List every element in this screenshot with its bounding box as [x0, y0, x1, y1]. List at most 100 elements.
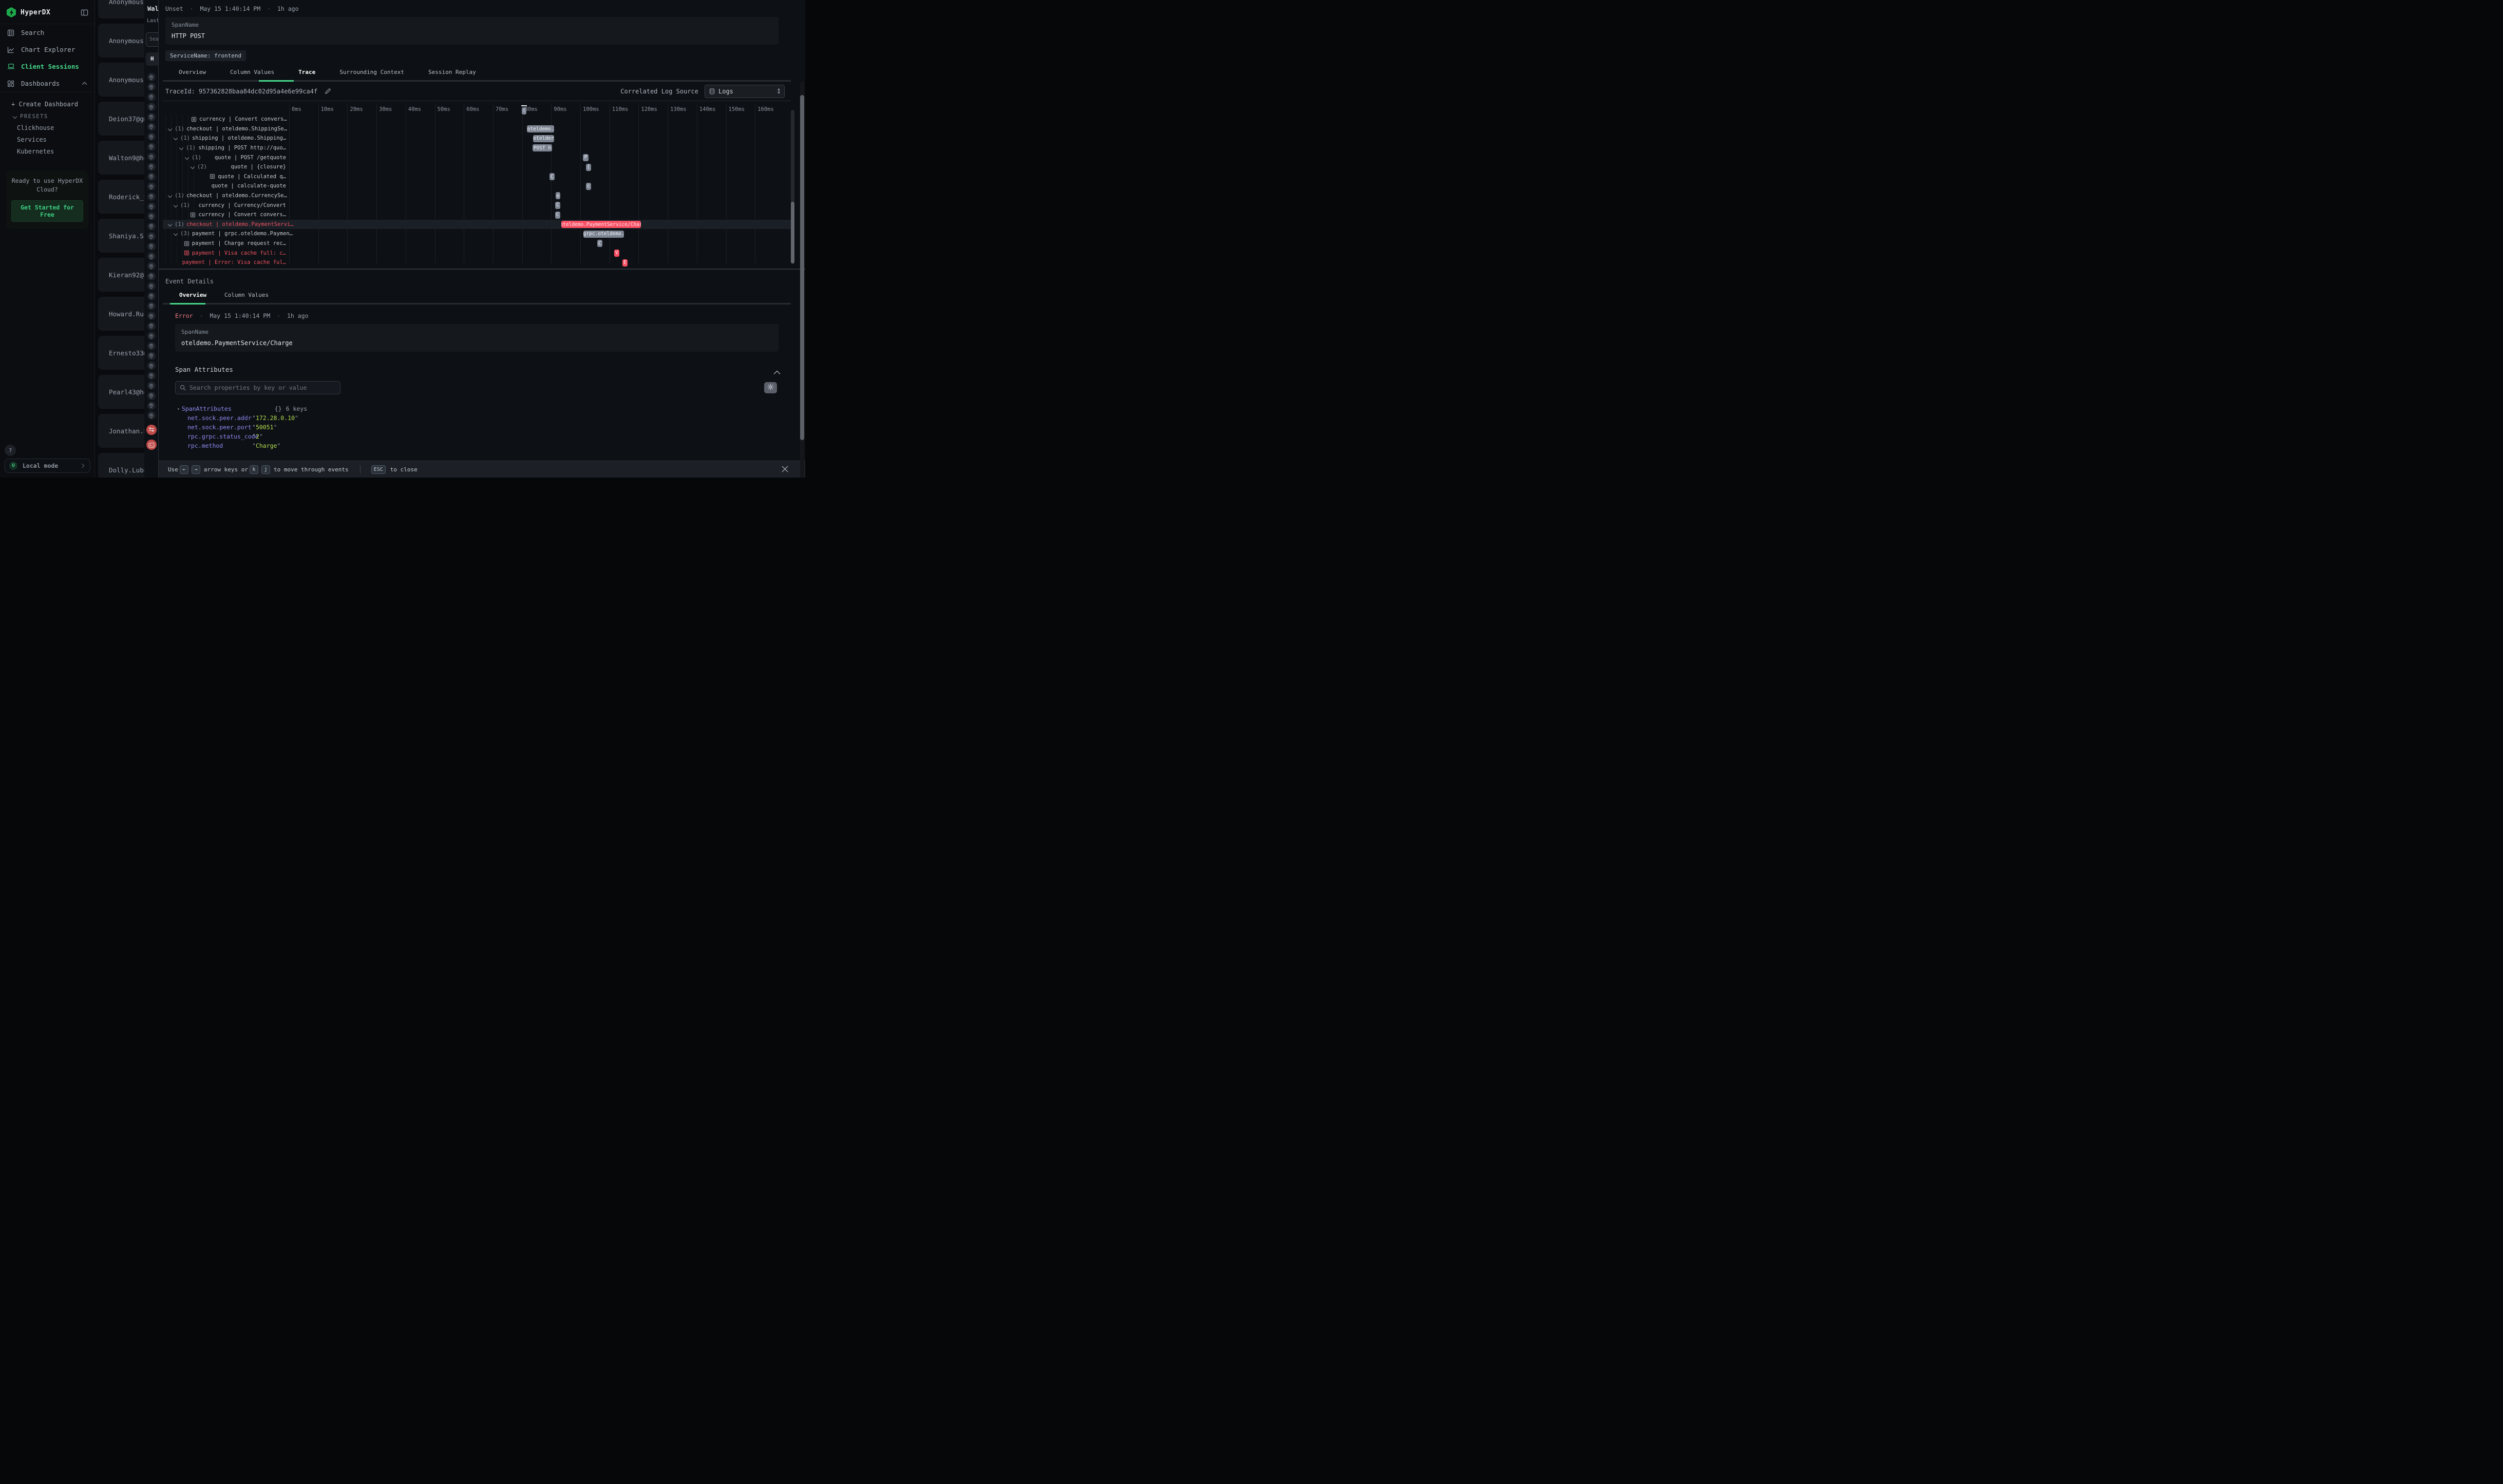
trace-span-row[interactable]: currency | Convert convers… — [159, 115, 286, 124]
span-duration-bar[interactable]: otelder — [533, 135, 554, 142]
span-duration-bar[interactable]: grpc.oteldemo. — [583, 231, 624, 238]
trace-span-row[interactable]: quote | calculate-quote — [159, 181, 286, 191]
location-pin-button[interactable] — [147, 93, 156, 101]
preset-services[interactable]: Services — [0, 134, 94, 145]
location-pin-button[interactable] — [147, 272, 156, 280]
span-duration-bar[interactable]: o — [556, 192, 560, 199]
location-pin-button[interactable] — [147, 222, 156, 231]
location-pin-button[interactable] — [147, 392, 156, 400]
span-duration-bar[interactable]: C — [597, 240, 602, 247]
location-pin-button[interactable] — [147, 123, 156, 131]
collapse-sidebar-icon[interactable] — [81, 9, 88, 16]
location-pin-button[interactable] — [147, 262, 156, 270]
span-duration-bar[interactable]: oteldemo. — [527, 125, 554, 132]
trace-span-row[interactable]: (1)checkout | oteldemo.PaymentServi… — [159, 220, 286, 230]
attribute-key[interactable]: net.sock.peer.addr — [187, 414, 252, 422]
tab-column-values[interactable]: Column Values — [224, 292, 269, 298]
span-duration-bar[interactable]: C — [555, 212, 560, 219]
span-duration-bar[interactable]: oteldemo.PaymentService/Char — [561, 221, 641, 228]
attribute-key[interactable]: rpc.grpc.status_code — [187, 433, 252, 440]
location-pin-button[interactable] — [147, 242, 156, 251]
location-pin-button[interactable] — [147, 193, 156, 201]
edit-icon[interactable] — [325, 88, 331, 94]
session-card[interactable]: Roderick_S… — [98, 180, 144, 214]
location-pin-button[interactable] — [147, 292, 156, 300]
trace-span-row[interactable]: payment | Error: Visa cache ful… — [159, 258, 286, 268]
trace-span-row[interactable]: (1)shipping | oteldemo.Shipping… — [159, 134, 286, 143]
location-pin-button[interactable] — [147, 113, 156, 121]
trace-span-row[interactable]: payment | Visa cache full: c… — [159, 248, 286, 258]
location-pin-button[interactable] — [147, 382, 156, 390]
trace-span-row[interactable]: (1)currency | Currency/Convert — [159, 200, 286, 210]
span-duration-bar[interactable]: c — [586, 183, 591, 190]
span-duration-bar[interactable]: C — [555, 202, 560, 209]
location-pin-button[interactable] — [147, 302, 156, 310]
location-pin-button[interactable] — [147, 182, 156, 191]
session-card[interactable]: Jonathan.B… — [98, 414, 144, 448]
tab-trace[interactable]: Trace — [298, 69, 315, 75]
location-pin-button[interactable] — [147, 342, 156, 350]
navigation-event-button[interactable] — [146, 425, 157, 435]
local-mode-button[interactable]: U Local mode — [5, 459, 90, 473]
settings-button[interactable] — [764, 382, 777, 393]
span-duration-bar[interactable]: C — [549, 173, 555, 180]
attributes-search-input[interactable] — [189, 384, 336, 391]
panel-scrollbar-thumb[interactable] — [800, 95, 804, 440]
session-card[interactable]: Pearl43@ho… — [98, 375, 144, 409]
underlay-highlight-button[interactable]: H — [146, 52, 158, 66]
session-card[interactable]: Deion37@gm… — [98, 102, 144, 136]
session-card[interactable]: Ernesto33@… — [98, 336, 144, 370]
location-pin-button[interactable] — [147, 282, 156, 290]
tab-session-replay[interactable]: Session Replay — [428, 69, 476, 75]
log-source-select[interactable]: Logs ▲▼ — [705, 85, 785, 98]
location-pin-button[interactable] — [147, 312, 156, 320]
location-pin-button[interactable] — [147, 402, 156, 410]
location-pin-button[interactable] — [147, 73, 156, 81]
trace-span-row[interactable]: quote | Calculated q… — [159, 172, 286, 182]
span-duration-bar[interactable]: { — [586, 164, 591, 171]
location-pin-button[interactable] — [147, 83, 156, 91]
trace-span-row[interactable]: (1)shipping | POST http://quo… — [159, 143, 286, 153]
preset-kubernetes[interactable]: Kubernetes — [0, 145, 94, 157]
location-pin-button[interactable] — [147, 132, 156, 141]
preset-clickhouse[interactable]: Clickhouse — [0, 122, 94, 134]
help-button[interactable]: ? — [5, 445, 16, 456]
location-pin-button[interactable] — [147, 173, 156, 181]
tab-overview[interactable]: Overview — [179, 292, 206, 298]
collapse-section-icon[interactable] — [773, 367, 781, 377]
location-pin-button[interactable] — [147, 212, 156, 220]
location-pin-button[interactable] — [147, 143, 156, 151]
location-pin-button[interactable] — [147, 352, 156, 360]
location-pin-button[interactable] — [147, 411, 156, 420]
location-pin-button[interactable] — [147, 202, 156, 211]
location-pin-button[interactable] — [147, 332, 156, 340]
trace-span-row[interactable]: (2)quote | {closure} — [159, 162, 286, 172]
console-event-button[interactable] — [146, 440, 157, 450]
create-dashboard-button[interactable]: + Create Dashboard — [0, 98, 94, 111]
span-duration-bar[interactable]: P — [583, 154, 589, 161]
trace-span-row[interactable]: payment | Charge request rec… — [159, 239, 286, 249]
span-duration-bar[interactable]: POST h — [533, 144, 552, 151]
location-pin-button[interactable] — [147, 103, 156, 111]
close-icon[interactable] — [781, 465, 789, 473]
location-pin-button[interactable] — [147, 322, 156, 330]
session-card[interactable]: Anonymous — [98, 63, 144, 97]
tab-overview[interactable]: Overview — [179, 69, 206, 75]
location-pin-button[interactable] — [147, 153, 156, 161]
location-pin-button[interactable] — [147, 372, 156, 380]
session-card[interactable]: Anonymous — [98, 0, 144, 18]
location-pin-button[interactable] — [147, 252, 156, 260]
underlay-search-input[interactable]: Sea — [146, 32, 158, 47]
trace-span-row[interactable]: (1)checkout | oteldemo.CurrencySe… — [159, 191, 286, 201]
session-card[interactable]: Walton9@ho… — [98, 141, 144, 175]
tab-column-values[interactable]: Column Values — [230, 69, 274, 75]
trace-span-row[interactable]: currency | Convert convers… — [159, 210, 286, 220]
sidebar-item-dashboards[interactable]: Dashboards — [0, 75, 94, 92]
attribute-key[interactable]: rpc.method — [187, 442, 252, 449]
service-name-chip[interactable]: ServiceName: frontend — [165, 50, 246, 61]
session-card[interactable]: Shaniya.Sc… — [98, 219, 144, 253]
trace-span-row[interactable]: (1)quote | POST /getquote — [159, 153, 286, 162]
span-duration-bar[interactable]: V — [614, 250, 619, 257]
session-card[interactable]: Anonymous — [98, 24, 144, 58]
attributes-root-row[interactable]: ▾ SpanAttributes {} 6 keys — [177, 404, 805, 413]
